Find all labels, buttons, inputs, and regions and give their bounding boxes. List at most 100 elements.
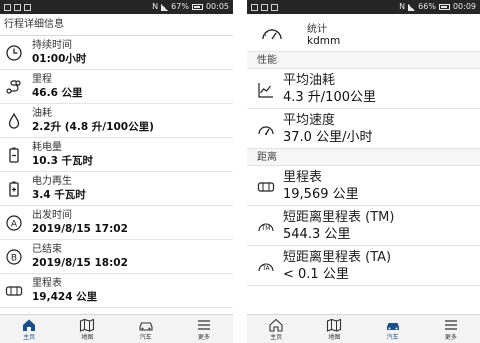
row-value: 2.2升 (4.8 升/100公里)	[32, 121, 154, 133]
battery-icon	[191, 4, 203, 10]
route-icon	[6, 80, 21, 94]
tab-more[interactable]: 更多	[175, 315, 233, 343]
status-bar: N 66% 00:09	[247, 0, 480, 14]
list-item-distance[interactable]: 里程 46.6 公里	[0, 70, 233, 104]
nfc-icon: N	[152, 2, 159, 11]
status-left	[4, 0, 31, 14]
status-time: 00:05	[205, 2, 229, 11]
right-screen: N 66% 00:09 统计 kdmm 性能 平均油耗 4.3 升/100公里 …	[247, 0, 480, 343]
list-item-avg-speed[interactable]: 平均速度 37.0 公里/小时	[247, 109, 480, 149]
trip-details: 行程详细信息 持续时间 01:00小时 里程 46.6 公里 油耗 2.2升 (…	[0, 14, 233, 314]
list-item-departure[interactable]: A 出发时间 2019/8/15 17:02	[0, 206, 233, 240]
status-right: N 66% 00:09	[399, 0, 476, 14]
circle-a-icon: A	[6, 215, 22, 231]
notification-icon	[24, 3, 31, 11]
list-item-ended[interactable]: B 已结束 2019/8/15 18:02	[0, 240, 233, 274]
row-value: 19,569 公里	[283, 187, 359, 202]
list-item-duration[interactable]: 持续时间 01:00小时	[0, 36, 233, 70]
list-item-odometer[interactable]: 里程表 19,424 公里	[0, 274, 233, 308]
tab-label: 汽车	[139, 334, 152, 341]
speedometer-icon	[258, 126, 274, 135]
svg-text:TA: TA	[261, 265, 270, 272]
row-value: 544.3 公里	[283, 227, 351, 242]
car-icon	[139, 322, 153, 331]
tab-label: 更多	[197, 334, 210, 341]
tab-label: 主页	[23, 334, 36, 341]
tab-home[interactable]: 主页	[0, 315, 58, 343]
row-label: 耗电量	[32, 142, 62, 153]
svg-text:A: A	[11, 220, 18, 230]
row-label: 持续时间	[32, 40, 72, 51]
row-label: 出发时间	[32, 210, 72, 221]
nfc-icon: N	[399, 2, 406, 11]
row-label: 已结束	[32, 244, 62, 255]
trip-ta-icon: TA	[258, 263, 274, 272]
notification-icon	[261, 3, 268, 11]
tab-car[interactable]: 汽车	[117, 315, 175, 343]
list-item-odometer[interactable]: 里程表 19,569 公里	[247, 166, 480, 206]
svg-text:B: B	[11, 254, 17, 264]
row-value: 01:00小时	[32, 53, 87, 65]
status-time: 00:09	[452, 2, 476, 11]
row-label: 平均速度	[283, 113, 336, 128]
menu-icon	[444, 320, 457, 330]
row-value: 37.0 公里/小时	[283, 130, 373, 145]
row-value: 2019/8/15 17:02	[32, 223, 128, 235]
list-item-energy-consumption[interactable]: 耗电量 10.3 千瓦时	[0, 138, 233, 172]
fuel-drop-icon	[8, 112, 20, 129]
home-icon	[269, 318, 283, 332]
battery-percent: 66%	[418, 2, 436, 11]
tab-car[interactable]: 汽车	[364, 315, 422, 343]
notification-icon	[14, 3, 21, 11]
row-value: < 0.1 公里	[283, 267, 349, 282]
row-value: 10.3 千瓦时	[32, 155, 94, 167]
row-label: 里程	[32, 74, 52, 85]
section-header-performance: 性能	[247, 52, 480, 69]
battery-minus-icon	[9, 147, 19, 163]
row-label: 短距离里程表 (TM)	[283, 210, 395, 225]
row-value: kdmm	[307, 35, 341, 47]
notification-icon	[271, 3, 278, 11]
row-value: 4.3 升/100公里	[283, 90, 376, 105]
tab-label: 主页	[270, 334, 283, 341]
bottom-tab-bar: 主页 地图 汽车 更多	[247, 314, 480, 343]
battery-plus-icon	[9, 181, 19, 197]
page-title: 行程详细信息	[0, 14, 233, 36]
map-icon	[327, 318, 342, 332]
battery-icon	[438, 4, 450, 10]
odometer-icon	[257, 182, 275, 192]
tab-more[interactable]: 更多	[422, 315, 480, 343]
row-label: 油耗	[32, 108, 52, 119]
list-item-regeneration[interactable]: 电力再生 3.4 千瓦时	[0, 172, 233, 206]
tab-map[interactable]: 地图	[305, 315, 363, 343]
circle-b-icon: B	[6, 249, 22, 265]
tab-label: 汽车	[386, 334, 399, 341]
status-left	[251, 0, 278, 14]
chart-line-icon	[258, 83, 273, 98]
row-label: 平均油耗	[283, 73, 336, 88]
notification-icon	[251, 3, 258, 11]
list-item-trip-ta[interactable]: TA 短距离里程表 (TA) < 0.1 公里	[247, 246, 480, 286]
list-item-avg-consumption[interactable]: 平均油耗 4.3 升/100公里	[247, 69, 480, 109]
tab-label: 地图	[328, 334, 341, 341]
tab-home[interactable]: 主页	[247, 315, 305, 343]
list-item-trip-tm[interactable]: TM 短距离里程表 (TM) 544.3 公里	[247, 206, 480, 246]
list-item-fuel[interactable]: 油耗 2.2升 (4.8 升/100公里)	[0, 104, 233, 138]
row-label: 里程表	[32, 278, 62, 289]
signal-icon	[161, 3, 169, 11]
trip-tm-icon: TM	[258, 223, 274, 232]
car-icon	[386, 323, 399, 330]
section-header-distance: 距离	[247, 149, 480, 166]
row-label: 短距离里程表 (TA)	[283, 250, 392, 265]
row-label: 电力再生	[32, 176, 72, 187]
row-value: 2019/8/15 18:02	[32, 257, 128, 269]
gauge-icon	[262, 29, 282, 40]
row-value: 19,424 公里	[32, 291, 98, 303]
svg-text:TM: TM	[261, 225, 271, 232]
row-value: 46.6 公里	[32, 87, 83, 99]
tab-label: 地图	[81, 334, 94, 341]
list-item-statistics[interactable]: 统计 kdmm	[247, 14, 480, 52]
tab-map[interactable]: 地图	[58, 315, 116, 343]
bottom-tab-bar: 主页 地图 汽车 更多	[0, 314, 233, 343]
clock-icon	[6, 45, 22, 61]
